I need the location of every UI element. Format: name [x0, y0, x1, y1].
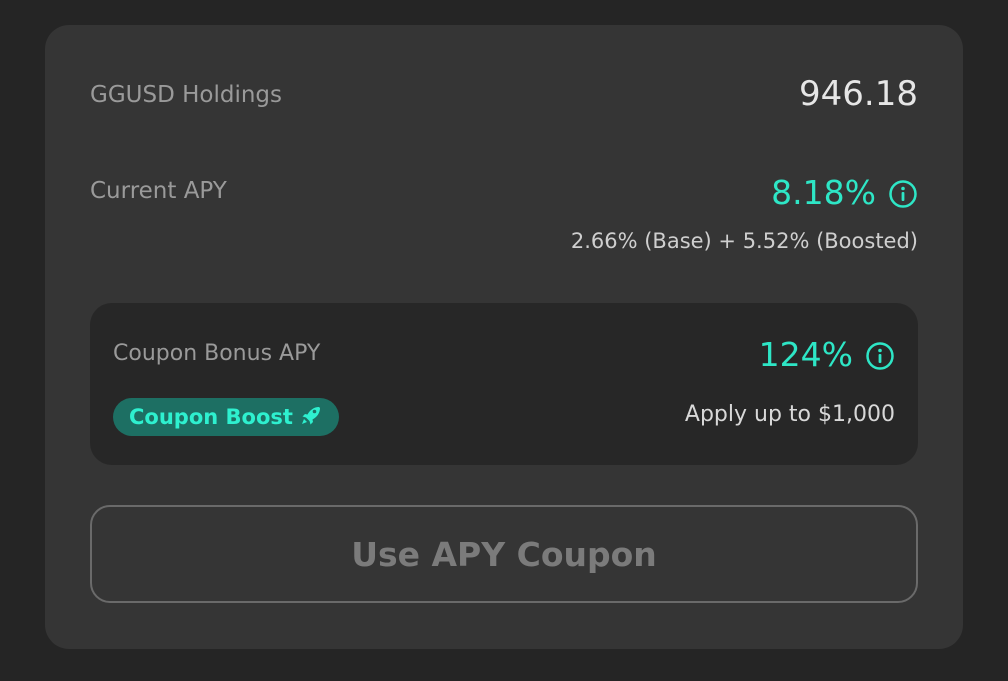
use-apy-coupon-button[interactable]: Use APY Coupon [90, 505, 918, 603]
coupon-boost-label: Coupon Boost [129, 405, 293, 429]
holdings-value: 946.18 [799, 74, 918, 114]
coupon-apy-value-group: 124% [759, 335, 895, 374]
apy-breakdown: 2.66% (Base) + 5.52% (Boosted) [570, 229, 918, 253]
rocket-icon [299, 403, 323, 432]
info-icon[interactable] [888, 178, 918, 208]
coupon-bonus-panel: Coupon Bonus APY 124% Coupon Boost Apply… [90, 303, 918, 465]
current-apy-label: Current APY [90, 178, 227, 204]
current-apy-value: 8.18% [771, 173, 876, 212]
holdings-row: GGUSD Holdings 946.18 [90, 74, 918, 120]
coupon-bonus-label: Coupon Bonus APY [113, 341, 321, 366]
holdings-label: GGUSD Holdings [90, 82, 283, 108]
info-icon[interactable] [865, 340, 895, 370]
coupon-boost-badge: Coupon Boost [113, 398, 339, 436]
current-apy-value-group: 8.18% [771, 173, 918, 212]
apply-limit-text: Apply up to $1,000 [684, 402, 895, 427]
current-apy-row: Current APY 8.18% 2.66% (Base) + 5.52% (… [90, 173, 918, 275]
coupon-apy-value: 124% [758, 335, 853, 374]
holdings-card: GGUSD Holdings 946.18 Current APY 8.18% … [45, 25, 963, 649]
